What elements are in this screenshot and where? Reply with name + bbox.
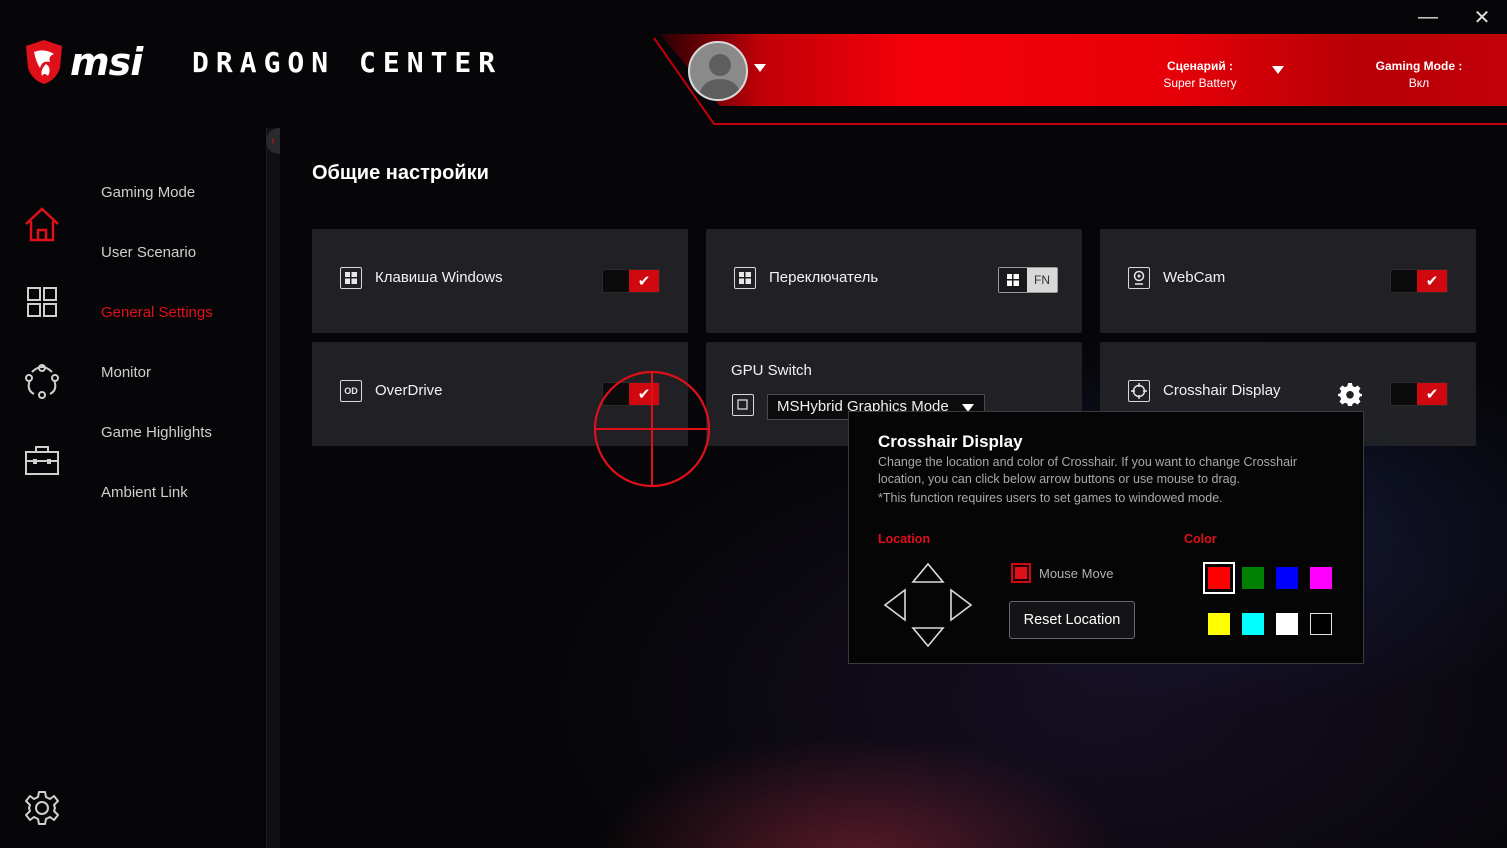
- gpu-switch-title: GPU Switch: [731, 362, 812, 379]
- close-button[interactable]: ✕: [1462, 4, 1502, 30]
- scenario-status[interactable]: Сценарий : Super Battery: [1140, 58, 1260, 92]
- scenario-value: Super Battery: [1163, 76, 1237, 90]
- location-label: Location: [878, 532, 931, 546]
- arrow-right-icon[interactable]: [943, 588, 977, 622]
- reset-location-button[interactable]: Reset Location: [1009, 601, 1135, 639]
- gaming-mode-label: Gaming Mode :: [1375, 59, 1463, 73]
- home-icon[interactable]: [22, 204, 62, 244]
- user-avatar[interactable]: [688, 41, 748, 101]
- chip-icon: [732, 394, 754, 416]
- product-title: DRAGON CENTER: [192, 46, 503, 79]
- gaming-mode-value: Вкл: [1408, 76, 1430, 90]
- crosshair-display-toggle[interactable]: ✔: [1390, 382, 1448, 406]
- minimize-button[interactable]: —: [1408, 4, 1448, 30]
- color-swatch[interactable]: [1310, 613, 1332, 635]
- win-fn-swap-toggle[interactable]: FN: [998, 267, 1058, 293]
- color-swatch[interactable]: [1310, 567, 1332, 589]
- windows-logo-icon: [340, 267, 362, 289]
- sidebar-item-ambient-link[interactable]: Ambient Link: [101, 484, 188, 501]
- gaming-mode-status[interactable]: Gaming Mode : Вкл: [1356, 58, 1482, 92]
- webcam-toggle[interactable]: ✔: [1390, 269, 1448, 293]
- popup-title: Crosshair Display: [878, 432, 1023, 451]
- windows-key-toggle[interactable]: ✔: [602, 269, 660, 293]
- sidebar-item-gaming-mode[interactable]: Gaming Mode: [101, 184, 195, 201]
- crosshair-display-label: Crosshair Display: [1163, 382, 1281, 399]
- checkmark-icon: ✔: [1417, 270, 1447, 292]
- scenario-dropdown-caret-icon[interactable]: [1272, 66, 1284, 74]
- mouse-move-label: Mouse Move: [1039, 566, 1114, 581]
- webcam-icon: [1128, 267, 1150, 289]
- checkmark-icon: ✔: [1417, 383, 1447, 405]
- fn-key-label: FN: [1034, 273, 1050, 287]
- checkmark-icon: ✔: [629, 270, 659, 292]
- card-windows-key: Клавиша Windows ✔: [312, 229, 688, 333]
- color-swatch[interactable]: [1276, 567, 1298, 589]
- overdrive-toggle[interactable]: ✔: [602, 382, 660, 406]
- scenario-label: Сценарий :: [1166, 59, 1234, 73]
- windows-key-icon: [999, 268, 1027, 292]
- windows-logo-icon: [734, 267, 756, 289]
- msi-dragon-logo-icon: [26, 40, 62, 84]
- card-overdrive: OD OverDrive ✔: [312, 342, 688, 446]
- mouse-move-checkbox[interactable]: [1011, 563, 1031, 583]
- color-swatch[interactable]: [1276, 613, 1298, 635]
- color-label: Color: [1184, 532, 1217, 546]
- color-swatch[interactable]: [1242, 613, 1264, 635]
- network-nodes-icon[interactable]: [22, 360, 62, 400]
- sidebar-divider: [266, 128, 280, 848]
- crosshair-settings-gear-icon[interactable]: [1338, 382, 1362, 406]
- checkbox-fill: [1015, 567, 1027, 579]
- arrow-up-icon[interactable]: [911, 558, 945, 592]
- overdrive-label: OverDrive: [375, 382, 443, 399]
- crosshair-icon: [1128, 380, 1150, 402]
- sidebar-item-game-highlights[interactable]: Game Highlights: [101, 424, 212, 441]
- webcam-label: WebCam: [1163, 269, 1226, 286]
- color-swatch[interactable]: [1208, 613, 1230, 635]
- apps-grid-icon[interactable]: [22, 282, 62, 322]
- popup-note: *This function requires users to set gam…: [878, 491, 1223, 505]
- checkmark-icon: ✔: [629, 383, 659, 405]
- settings-gear-icon[interactable]: [22, 788, 62, 828]
- popup-description: Change the location and color of Crossha…: [878, 455, 1297, 486]
- arrow-down-icon[interactable]: [911, 618, 945, 652]
- sidebar-item-monitor[interactable]: Monitor: [101, 364, 151, 381]
- overdrive-icon: OD: [340, 380, 362, 402]
- msi-brand-text: msi: [70, 40, 143, 84]
- page-title: Общие настройки: [312, 162, 489, 184]
- crosshair-settings-popup: Crosshair Display Change the location an…: [848, 411, 1364, 664]
- windows-key-label: Клавиша Windows: [375, 269, 503, 286]
- sidebar-menu: Gaming Mode User Scenario General Settin…: [82, 120, 266, 848]
- sidebar-icon-rail: [0, 120, 82, 848]
- color-swatch[interactable]: [1242, 567, 1264, 589]
- arrow-left-icon[interactable]: [879, 588, 913, 622]
- user-menu-caret-icon[interactable]: [754, 64, 766, 72]
- card-switch: Переключатель FN: [706, 229, 1082, 333]
- sidebar-item-general-settings[interactable]: General Settings: [101, 304, 213, 321]
- toolbox-icon[interactable]: [22, 440, 62, 480]
- color-swatch[interactable]: [1203, 562, 1235, 594]
- sidebar-item-user-scenario[interactable]: User Scenario: [101, 244, 196, 261]
- switch-label: Переключатель: [769, 269, 879, 286]
- card-webcam: WebCam ✔: [1100, 229, 1476, 333]
